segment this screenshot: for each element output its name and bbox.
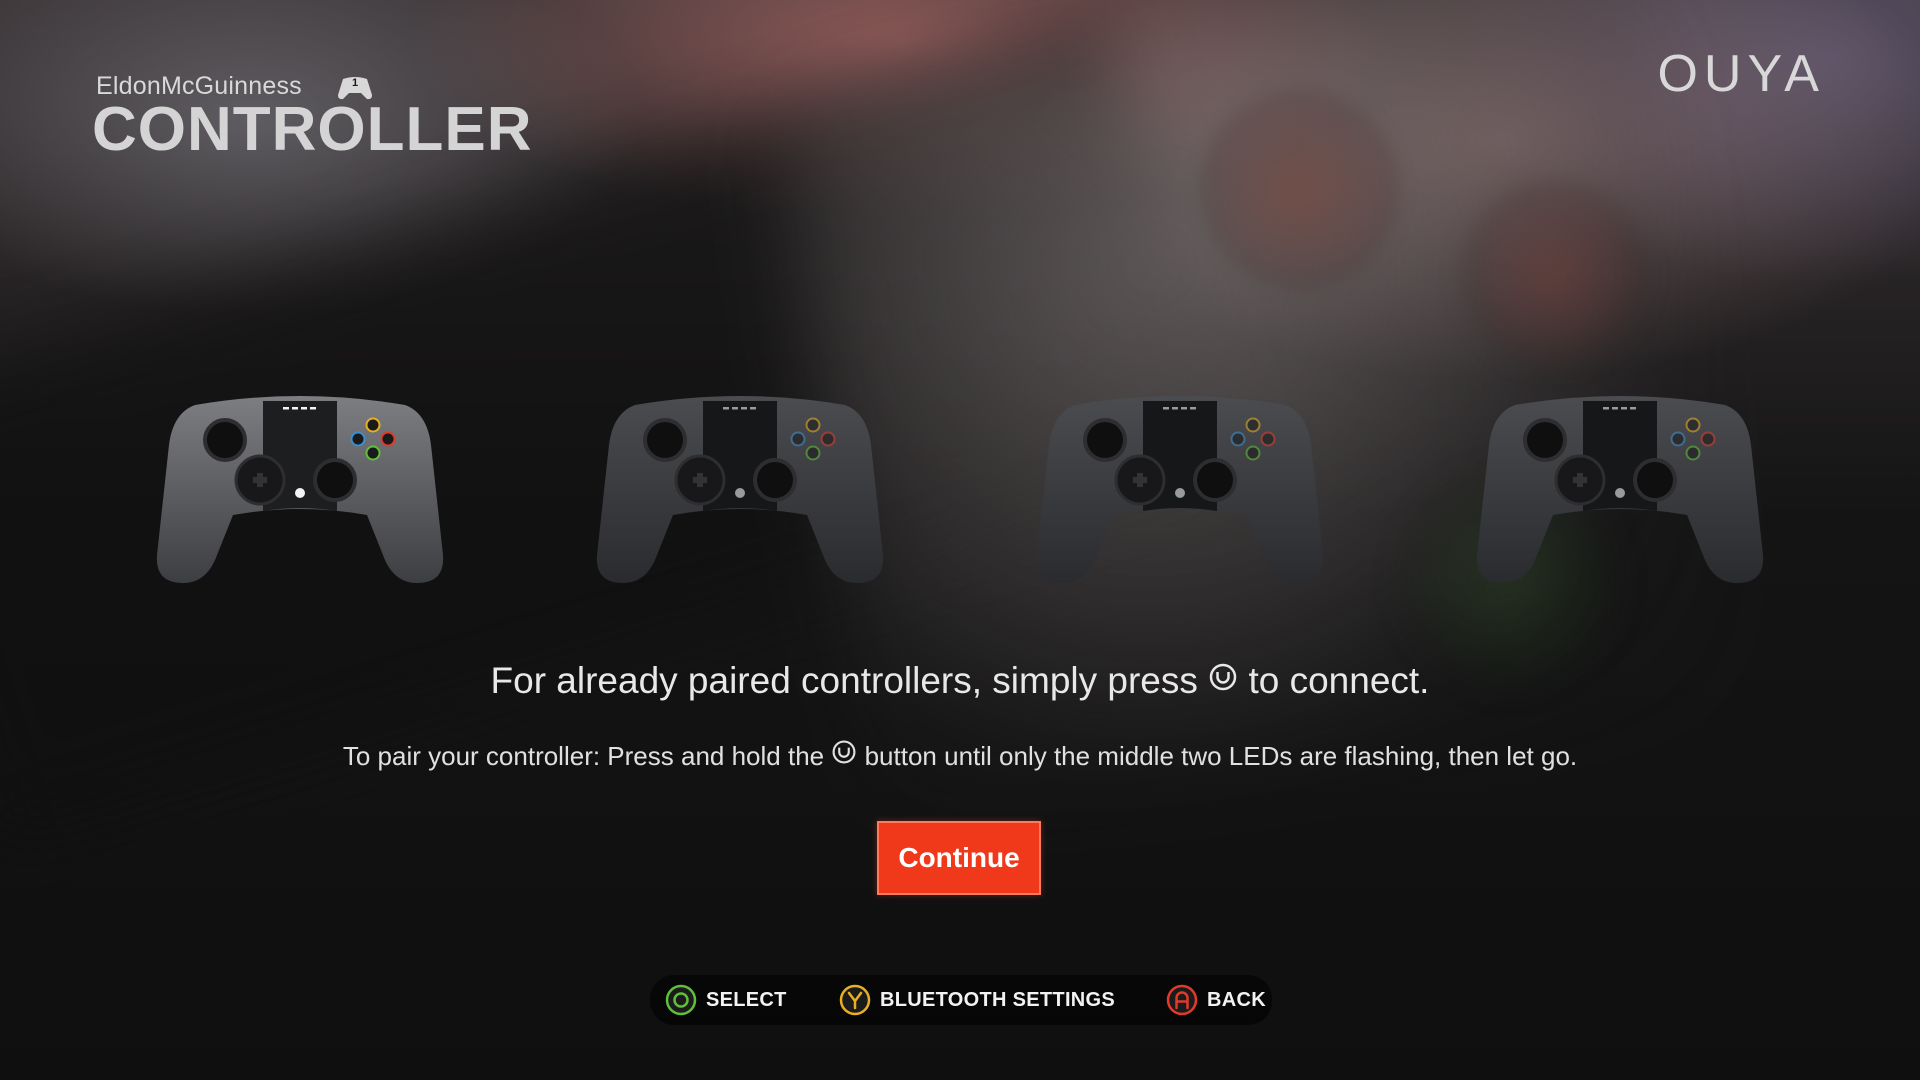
controller-setup-screen: EldonMcGuinness 1 CONTROLLER OUYA For al… <box>0 0 1920 1080</box>
ouya-controller-icon <box>596 396 884 583</box>
primary-instruction-text-end: to connect. <box>1248 660 1430 701</box>
primary-instruction: For already paired controllers, simply p… <box>0 660 1920 704</box>
controller-slot-1 <box>155 385 445 595</box>
controllers-row <box>0 385 1920 595</box>
footer-button-hints: SELECT BLUETOOTH SETTINGS BACK <box>650 975 1272 1025</box>
controller-slot-4 <box>1475 385 1765 595</box>
o-button-icon <box>665 984 697 1016</box>
hint-bluetooth-settings-label: BLUETOOTH SETTINGS <box>880 988 1116 1011</box>
hint-select-label: SELECT <box>706 988 787 1011</box>
pairing-instruction-text-end: button until only the middle two LEDs ar… <box>864 741 1578 771</box>
ouya-controller-icon <box>1476 396 1764 583</box>
a-button-icon <box>1166 984 1198 1016</box>
hint-select[interactable]: SELECT <box>664 975 787 1025</box>
ouya-controller-icon <box>1036 396 1324 583</box>
background-blurred-button <box>1200 90 1400 290</box>
primary-instruction-text-start: For already paired controllers, simply p… <box>490 660 1198 701</box>
y-button-icon <box>839 984 871 1016</box>
page-title: CONTROLLER <box>92 95 533 164</box>
controller-slot-3 <box>1035 385 1325 595</box>
hint-bluetooth-settings[interactable]: BLUETOOTH SETTINGS <box>838 975 1115 1025</box>
controller-slot-2 <box>595 385 885 595</box>
ouya-controller-icon <box>156 396 444 583</box>
continue-button[interactable]: Continue <box>877 821 1041 895</box>
ouya-logo: OUYA <box>1657 45 1825 103</box>
pairing-instruction-text-start: To pair your controller: Press and hold … <box>342 741 825 771</box>
pairing-instruction: To pair your controller: Press and hold … <box>0 739 1920 775</box>
controller-number: 1 <box>351 77 359 89</box>
background-blurred-button <box>1460 180 1650 370</box>
ouya-system-button-icon <box>1208 659 1238 701</box>
ouya-system-button-icon <box>831 739 857 772</box>
hint-back[interactable]: BACK <box>1165 975 1266 1025</box>
hint-back-label: BACK <box>1207 988 1266 1011</box>
